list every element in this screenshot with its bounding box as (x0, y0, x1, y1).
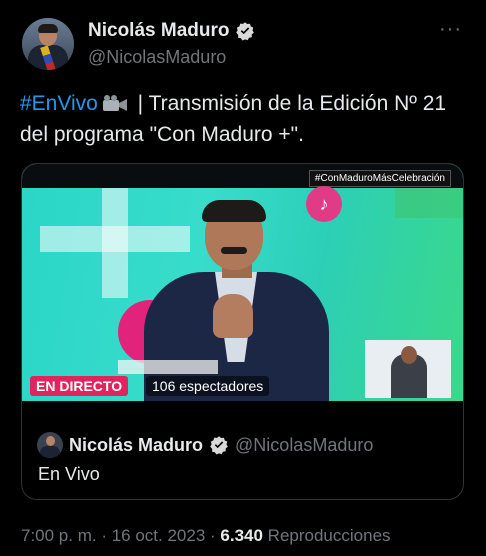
hashtag-link[interactable]: #EnVivo (20, 92, 98, 115)
video-overlay-hashtag: #ConMaduroMásCelebración (308, 170, 451, 187)
quoted-tweet-card[interactable]: #ConMaduroMásCelebración ♪ EN DIRECTO 10… (21, 163, 464, 500)
more-icon[interactable]: ··· (439, 18, 462, 41)
verified-badge-icon (210, 436, 228, 455)
viewer-count: 106 espectadores (146, 376, 270, 396)
quoted-author-avatar[interactable] (37, 432, 63, 458)
live-video-thumbnail[interactable]: #ConMaduroMásCelebración ♪ EN DIRECTO 10… (22, 164, 463, 401)
author-avatar[interactable] (22, 18, 74, 70)
tweet-header: Nicolás Maduro @NicolasMaduro ··· (20, 16, 466, 74)
movie-camera-icon (102, 95, 127, 111)
author-display-name[interactable]: Nicolás Maduro (88, 20, 229, 42)
views-label: Reproducciones (262, 526, 391, 545)
tiktok-icon: ♪ (306, 186, 342, 222)
views-count: 6.340 (220, 526, 263, 545)
tweet-time[interactable]: 7:00 p. m. (21, 526, 97, 545)
tweet-text: #EnVivo | Transmisión de la Edición Nº 2… (20, 88, 470, 150)
verified-badge-icon (236, 22, 255, 41)
quoted-handle[interactable]: @NicolasMaduro (235, 435, 373, 456)
quoted-display-name[interactable]: Nicolás Maduro (69, 435, 203, 456)
live-badge: EN DIRECTO (30, 376, 129, 396)
author-name-row: Nicolás Maduro (88, 20, 255, 42)
quoted-author-row: Nicolás Maduro @NicolasMaduro (37, 432, 373, 458)
tweet-date[interactable]: 16 oct. 2023 (112, 526, 206, 545)
author-handle[interactable]: @NicolasMaduro (88, 47, 226, 68)
quoted-text: En Vivo (38, 464, 100, 484)
tweet-meta: 7:00 p. m. · 16 oct. 2023 · 6.340 Reprod… (21, 526, 391, 545)
